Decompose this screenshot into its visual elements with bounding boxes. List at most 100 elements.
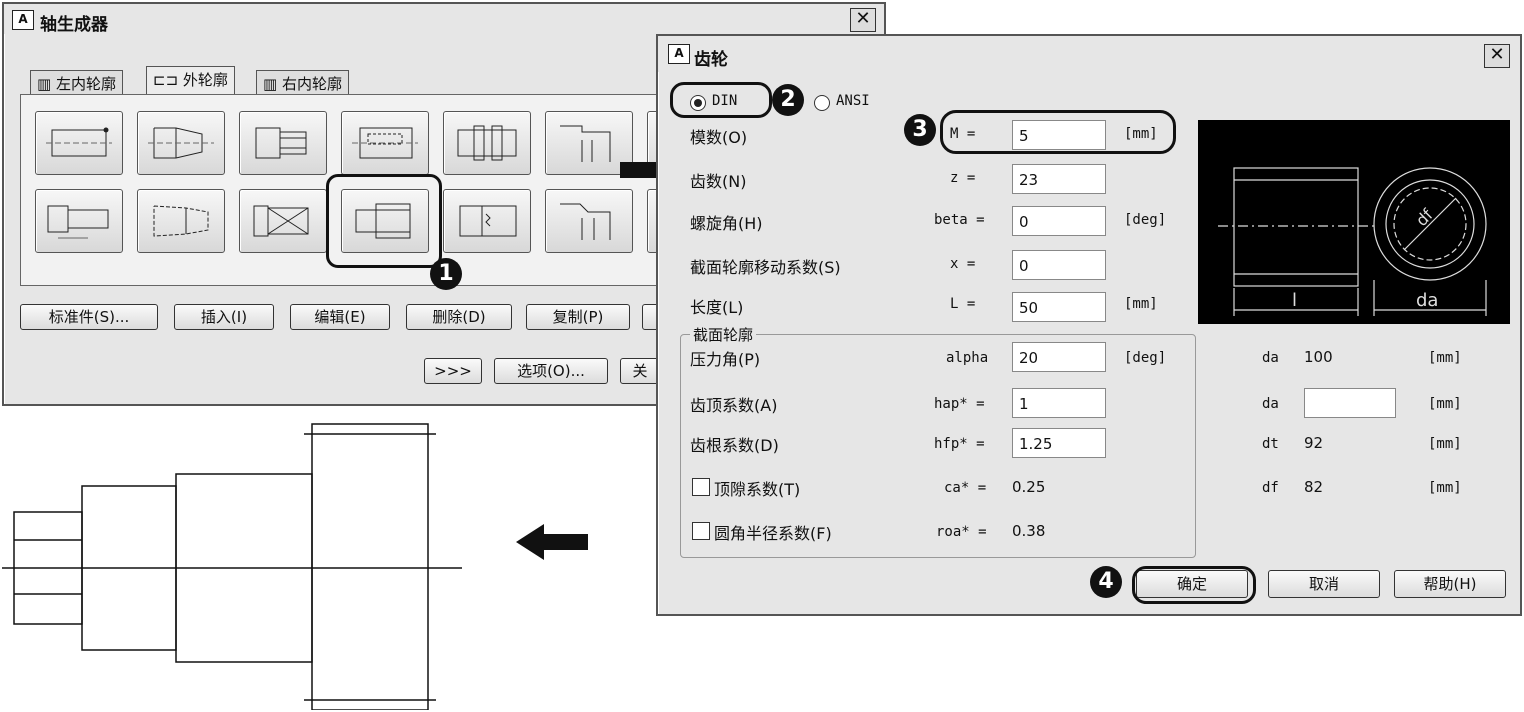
callout-3-badge: 3 — [904, 114, 936, 146]
result-da-symbol: da — [1262, 350, 1279, 366]
delete-button[interactable]: 删除(D) — [406, 304, 512, 330]
app-icon: A — [668, 44, 690, 64]
close-icon[interactable]: ✕ — [1484, 44, 1510, 68]
result-da2-unit: [mm] — [1428, 396, 1462, 412]
key-section-tile[interactable] — [341, 111, 429, 175]
teeth-input[interactable]: 23 — [1012, 164, 1106, 194]
cancel-button[interactable]: 取消 — [1268, 570, 1380, 598]
result-da-value: 100 — [1304, 348, 1333, 366]
tab-label: 右内轮廓 — [281, 75, 342, 93]
pressure-angle-symbol: alpha — [946, 350, 989, 366]
result-da2-input[interactable] — [1304, 388, 1396, 418]
outer-contour-icon: ⊏⊐ — [153, 71, 183, 89]
pressure-angle-input[interactable]: 20 — [1012, 342, 1106, 372]
fillet-radius-symbol: roa* = — [936, 524, 987, 540]
groove-icon — [457, 125, 517, 161]
dedendum-symbol: hfp* = — [934, 436, 985, 452]
clearance-value: 0.25 — [1012, 478, 1046, 496]
fillet-radius-checkbox[interactable] — [692, 522, 710, 540]
callout-2-highlight — [670, 82, 772, 118]
helix-angle-unit: [deg] — [1124, 212, 1167, 228]
tab-label: 左内轮廓 — [55, 75, 116, 93]
keyway-icon — [352, 127, 418, 159]
gear-segment — [311, 423, 429, 710]
taper-icon — [153, 205, 209, 237]
polygon-icon — [255, 127, 307, 159]
addendum-input[interactable]: 1 — [1012, 388, 1106, 418]
profile-group-title: 截面轮廓 — [690, 324, 757, 345]
gear-dialog-title: 齿轮 — [694, 50, 728, 70]
clearance-checkbox[interactable] — [692, 478, 710, 496]
copy-button[interactable]: 复制(P) — [526, 304, 630, 330]
cylinder-section-tile[interactable] — [35, 111, 123, 175]
length-label: 长度(L) — [690, 298, 744, 317]
callout-4-highlight — [1132, 566, 1256, 604]
callout-1-badge: 1 — [430, 258, 462, 290]
length-symbol: L = — [950, 296, 976, 312]
shaft-generator-title: 轴生成器 — [40, 15, 108, 35]
result-df-symbol: df — [1262, 480, 1279, 496]
break-section-tile[interactable] — [443, 189, 531, 253]
result-dt-value: 92 — [1304, 434, 1324, 452]
profile-shift-symbol: x = — [950, 256, 976, 272]
cone-icon — [148, 127, 214, 159]
cylinder-icon — [46, 127, 112, 157]
edit-button[interactable]: 编辑(E) — [290, 304, 390, 330]
callout-2-badge: 2 — [772, 84, 804, 116]
dedendum-input[interactable]: 1.25 — [1012, 428, 1106, 458]
fillet-radius-value: 0.38 — [1012, 522, 1046, 540]
result-df-value: 82 — [1304, 478, 1324, 496]
close-icon[interactable]: ✕ — [850, 8, 876, 32]
tab-outer-contour[interactable]: ⊏⊐ 外轮廓 — [146, 66, 235, 96]
result-da2-symbol: da — [1262, 396, 1279, 412]
help-button[interactable]: 帮助(H) — [1394, 570, 1506, 598]
clearance-symbol: ca* = — [944, 480, 987, 496]
result-da-unit: [mm] — [1428, 350, 1462, 366]
standard-parts-button[interactable]: 标准件(S)... — [20, 304, 158, 330]
pressure-angle-label: 压力角(P) — [690, 350, 761, 369]
right-inner-contour-icon: ▥ — [263, 75, 282, 93]
expand-button[interactable]: >>> — [424, 358, 482, 384]
ansi-label: ANSI — [836, 93, 870, 109]
profile-shift-input[interactable]: 0 — [1012, 250, 1106, 280]
chamfer-icon — [560, 125, 611, 162]
cross-icon — [253, 205, 309, 237]
cone-section-tile[interactable] — [137, 111, 225, 175]
insert-button[interactable]: 插入(I) — [174, 304, 274, 330]
shoulder-icon — [560, 203, 611, 240]
taper-section-tile[interactable] — [137, 189, 225, 253]
shoulder-section-tile[interactable] — [545, 189, 633, 253]
fillet-radius-label: 圆角半径系数(F) — [714, 524, 832, 543]
ansi-radio[interactable] — [814, 95, 830, 111]
callout-3-highlight — [940, 110, 1176, 154]
callout-1-highlight — [326, 174, 442, 268]
preview-da-label: da — [1416, 290, 1438, 311]
helix-angle-label: 螺旋角(H) — [690, 214, 763, 233]
helix-angle-symbol: beta = — [934, 212, 985, 228]
teeth-symbol: z = — [950, 170, 976, 186]
pressure-angle-unit: [deg] — [1124, 350, 1167, 366]
addendum-label: 齿顶系数(A) — [690, 396, 778, 415]
app-icon: A — [12, 10, 34, 30]
close-button[interactable]: 关 — [620, 358, 660, 384]
module-label: 模数(O) — [690, 128, 748, 147]
callout-4-badge: 4 — [1090, 566, 1122, 598]
groove-section-tile[interactable] — [443, 111, 531, 175]
helix-angle-input[interactable]: 0 — [1012, 206, 1106, 236]
cross-section-tile[interactable] — [239, 189, 327, 253]
options-button[interactable]: 选项(O)... — [494, 358, 608, 384]
gear-preview-image: l df da — [1198, 120, 1510, 324]
gear-dialog-titlebar[interactable]: A 齿轮 ✕ — [658, 36, 1520, 72]
result-dt-symbol: dt — [1262, 436, 1279, 452]
polygon-section-tile[interactable] — [239, 111, 327, 175]
tab-right-inner-contour[interactable]: ▥ 右内轮廓 — [256, 70, 349, 96]
addendum-symbol: hap* = — [934, 396, 985, 412]
shaft-generator-titlebar[interactable]: A 轴生成器 ✕ — [4, 4, 884, 35]
stepped-section-tile[interactable] — [35, 189, 123, 253]
length-input[interactable]: 50 — [1012, 292, 1106, 322]
dedendum-label: 齿根系数(D) — [690, 436, 779, 455]
tab-left-inner-contour[interactable]: ▥ 左内轮廓 — [30, 70, 123, 96]
stepped-shaft-icon — [47, 205, 109, 239]
shaft-drawing — [2, 423, 462, 710]
arrow-left-icon — [516, 524, 588, 560]
